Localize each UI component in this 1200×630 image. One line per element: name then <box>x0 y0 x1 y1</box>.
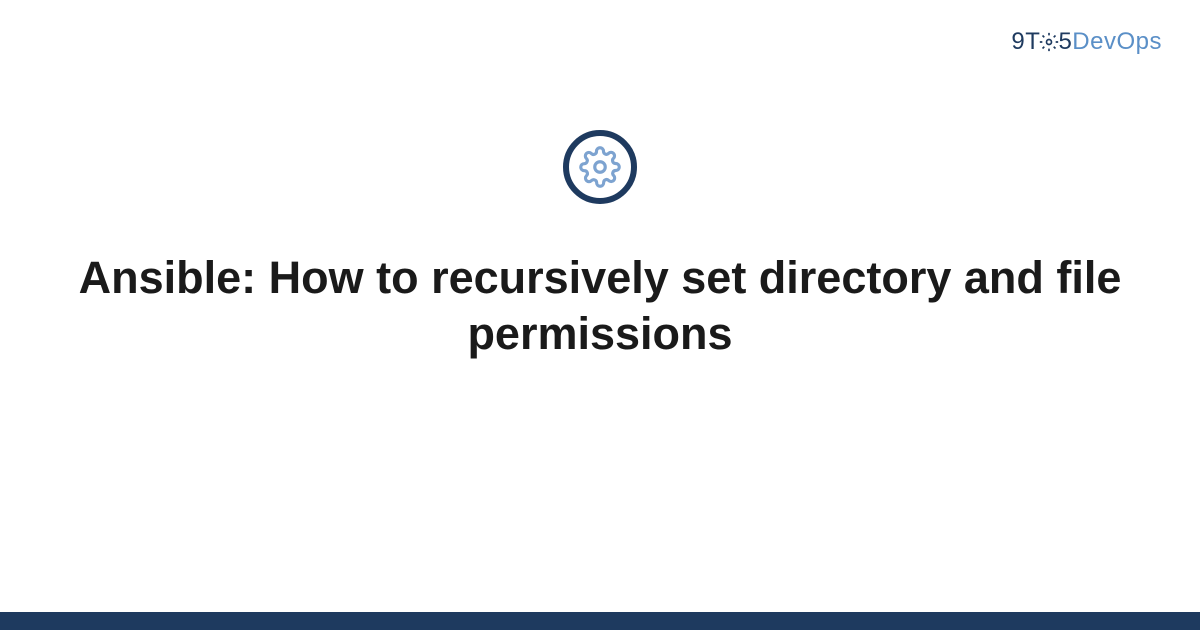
footer-bar <box>0 612 1200 630</box>
gear-icon <box>1039 32 1059 52</box>
brand-devops: DevOps <box>1072 28 1162 55</box>
gear-circle-icon <box>563 130 637 204</box>
brand-logo: 9T 5DevOps <box>1011 28 1162 56</box>
brand-nine: 9 <box>1011 28 1025 55</box>
brand-five: 5 <box>1058 28 1072 55</box>
page-title: Ansible: How to recursively set director… <box>60 250 1140 363</box>
brand-t: T <box>1025 28 1040 55</box>
